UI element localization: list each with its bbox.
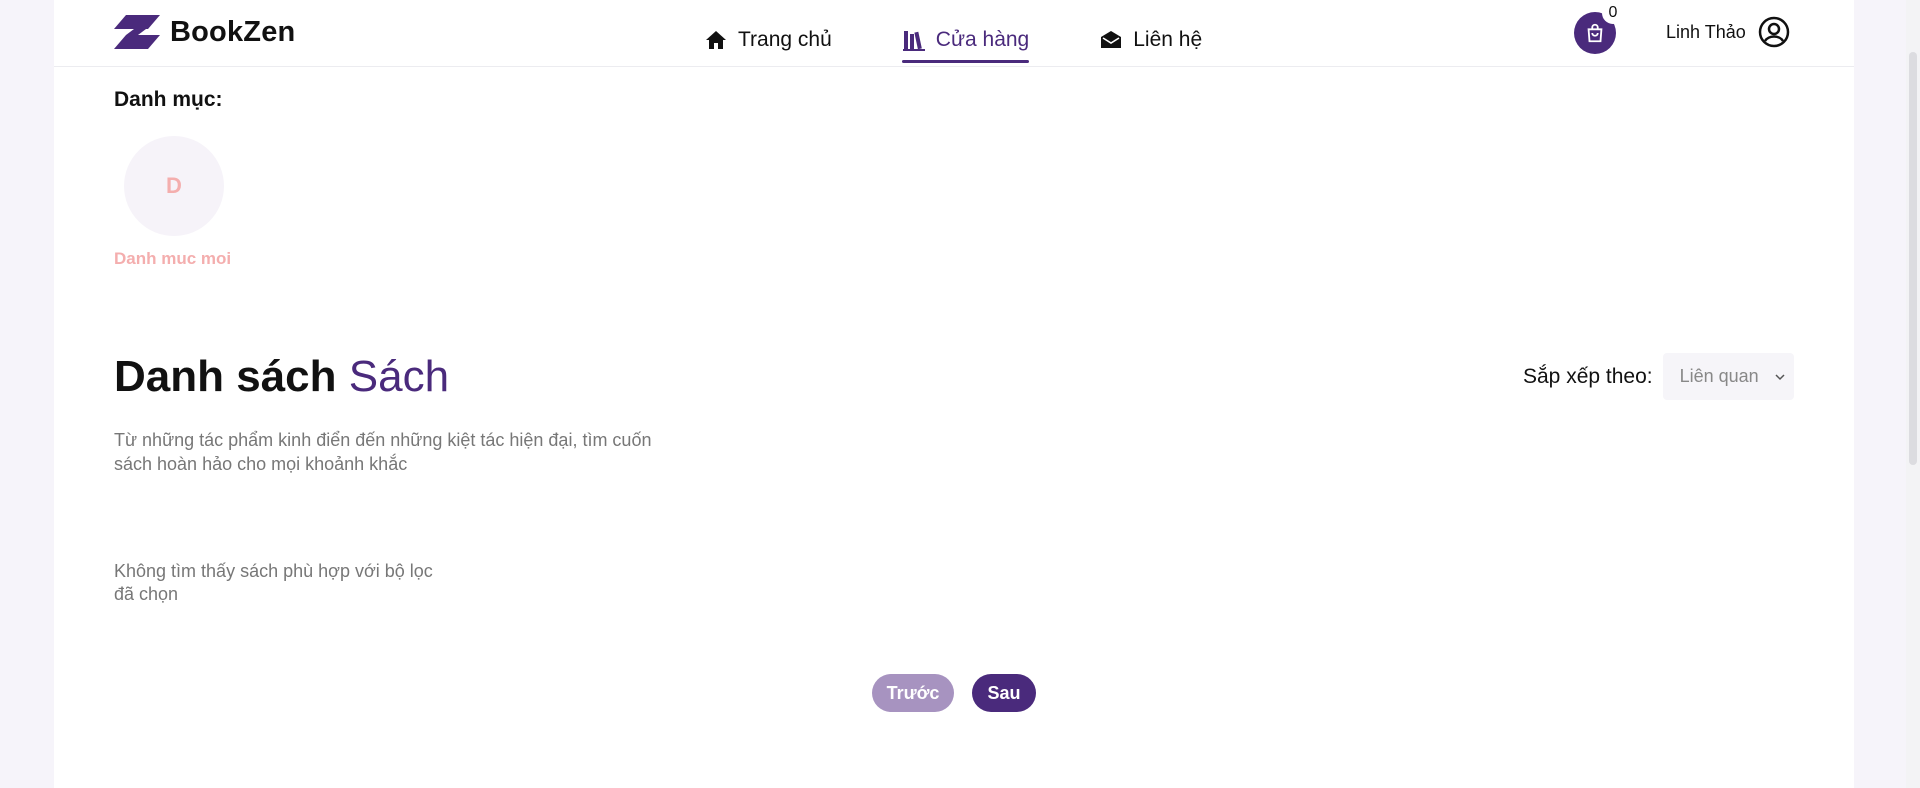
top-header: BookZen Trang chủ Cửa hàng Liên hệ 0 Lin… <box>54 0 1854 67</box>
logo-icon <box>114 15 160 49</box>
category-avatar: D <box>124 136 224 236</box>
cart-count-badge: 0 <box>1602 2 1624 24</box>
page-title-main: Danh sách <box>114 352 337 401</box>
page-title-accent: Sách <box>348 352 450 401</box>
main-nav: Trang chủ Cửa hàng Liên hệ <box>704 20 1272 63</box>
scrollbar-thumb[interactable] <box>1909 52 1917 465</box>
sort-selected-value: Liên quan <box>1679 366 1759 386</box>
nav-shop[interactable]: Cửa hàng <box>901 20 1030 63</box>
prev-page-button[interactable]: Trước <box>872 674 954 712</box>
nav-shop-label: Cửa hàng <box>935 28 1030 51</box>
sort-control: Sắp xếp theo: Liên quan <box>1523 353 1794 400</box>
user-avatar-icon <box>1758 16 1789 48</box>
scrollbar[interactable] <box>1906 0 1920 788</box>
user-menu[interactable]: Linh Thảo <box>1666 16 1790 48</box>
cart-button[interactable]: 0 <box>1574 2 1624 54</box>
chevron-down-icon <box>1775 373 1785 380</box>
nav-home-label: Trang chủ <box>738 28 832 51</box>
category-heading: Danh mục: <box>114 88 223 111</box>
user-name: Linh Thảo <box>1666 21 1746 42</box>
pagination: Trước Sau <box>872 674 1036 712</box>
category-label: Danh muc moi <box>114 249 232 268</box>
page-title: Danh sách Sách <box>114 352 449 402</box>
nav-contact[interactable]: Liên hệ <box>1099 20 1202 60</box>
shopping-bag-icon <box>1587 23 1603 43</box>
next-page-button[interactable]: Sau <box>972 674 1036 712</box>
home-icon <box>706 31 726 49</box>
sort-label: Sắp xếp theo: <box>1523 364 1653 388</box>
books-icon <box>902 31 925 51</box>
nav-home[interactable]: Trang chủ <box>704 20 832 60</box>
empty-state-message: Không tìm thấy sách phù hợp với bộ lọc đ… <box>114 561 433 604</box>
page-container: BookZen Trang chủ Cửa hàng Liên hệ 0 Lin… <box>54 0 1854 788</box>
brand-name: BookZen <box>170 15 296 48</box>
sort-select[interactable]: Liên quan <box>1662 353 1794 400</box>
brand-logo[interactable]: BookZen <box>114 15 295 49</box>
envelope-icon <box>1101 31 1122 48</box>
page-description: Từ những tác phẩm kinh điển đến những ki… <box>114 430 652 474</box>
nav-contact-label: Liên hệ <box>1133 28 1203 51</box>
